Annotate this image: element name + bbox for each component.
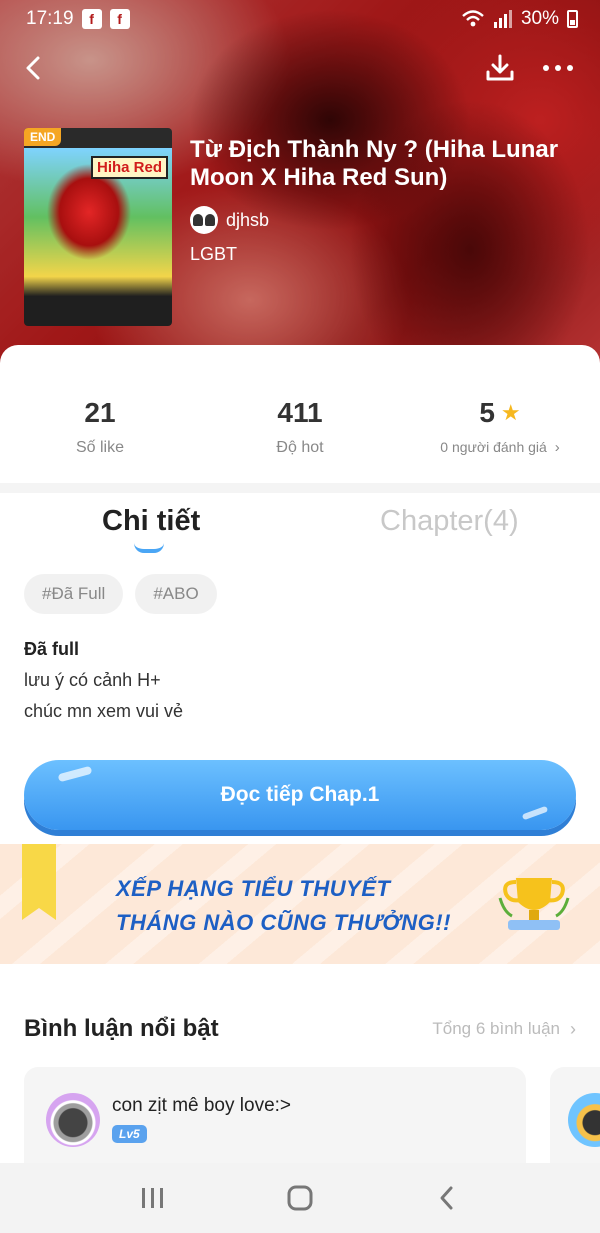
recent-apps-icon xyxy=(142,1188,164,1208)
promo-banner[interactable]: XẾP HẠNG TIỂU THUYẾT THÁNG NÀO CŨNG THƯỞ… xyxy=(0,844,600,964)
comments-title: Bình luận nổi bật xyxy=(24,1015,219,1042)
wifi-icon xyxy=(462,10,484,27)
story-cover[interactable]: Hiha Red END xyxy=(24,128,172,326)
button-shine xyxy=(521,805,549,821)
facebook-icon: f xyxy=(109,9,130,29)
tag-chip[interactable]: #Đã Full xyxy=(24,574,124,614)
continue-reading-label: Đọc tiếp Chap.1 xyxy=(220,783,380,806)
author-row[interactable]: djhsb xyxy=(190,206,580,234)
facebook-icon: f xyxy=(81,9,102,29)
tab-active-indicator xyxy=(134,543,164,553)
ribbon-icon xyxy=(22,844,56,920)
detail-card: 21 Số like 411 Độ hot 5 ★ 0 người đánh g… xyxy=(0,345,600,1233)
system-nav-bar xyxy=(0,1163,600,1233)
cover-artwork xyxy=(34,160,144,290)
commenter-avatar[interactable] xyxy=(46,1093,100,1147)
tab-bar: Chi tiết Chapter(4) xyxy=(0,493,600,559)
more-dot-icon xyxy=(543,65,549,71)
more-dot-icon xyxy=(555,65,561,71)
tag-list: #Đã Full #ABO xyxy=(24,574,217,614)
commenter-name: con zịt mê boy love:> xyxy=(112,1095,292,1116)
story-description: Đã full lưu ý có cảnh H+ chúc mn xem vui… xyxy=(24,639,576,722)
rating-count-label: 0 người đánh giá xyxy=(440,439,547,455)
rating-value: 5 xyxy=(479,397,495,428)
chevron-right-icon[interactable]: › xyxy=(570,1019,576,1040)
level-badge: Lv5 xyxy=(112,1125,147,1143)
more-dot-icon xyxy=(567,65,573,71)
chevron-right-icon: › xyxy=(554,439,560,456)
tab-details[interactable]: Chi tiết xyxy=(102,505,200,538)
author-avatar xyxy=(190,206,218,234)
description-title: Đã full xyxy=(24,639,80,659)
story-info: Từ Địch Thành Ny ? (Hiha Lunar Moon X Hi… xyxy=(190,136,580,265)
system-back-button[interactable] xyxy=(417,1173,477,1223)
button-shine xyxy=(57,765,93,783)
banner-line-1: XẾP HẠNG TIỂU THUYẾT xyxy=(116,876,391,901)
comments-header: Bình luận nổi bật Tổng 6 bình luận › xyxy=(24,1015,576,1043)
stats-row: 21 Số like 411 Độ hot 5 ★ 0 người đánh g… xyxy=(0,345,600,483)
trophy-icon xyxy=(498,878,570,930)
end-badge: END xyxy=(24,128,62,146)
chevron-left-icon xyxy=(440,1186,453,1210)
hero-banner: 17:19 f f 30% Hiha Red END Từ Địch Thành… xyxy=(0,0,600,380)
tag-chip[interactable]: #ABO xyxy=(135,574,217,614)
download-button[interactable] xyxy=(482,50,518,86)
home-icon xyxy=(287,1185,313,1211)
description-line: chúc mn xem vui vẻ xyxy=(24,701,184,721)
star-icon: ★ xyxy=(500,400,521,425)
hot-label: Độ hot xyxy=(276,439,324,456)
download-icon xyxy=(486,54,514,81)
home-button[interactable] xyxy=(270,1173,330,1223)
section-divider xyxy=(0,483,600,493)
banner-line-2: THÁNG NÀO CŨNG THƯỞNG!! xyxy=(116,910,451,935)
likes-label: Số like xyxy=(75,439,125,456)
more-options-button[interactable] xyxy=(538,50,578,86)
battery-percent: 30% xyxy=(520,8,559,29)
banner-text: XẾP HẠNG TIỂU THUYẾT THÁNG NÀO CŨNG THƯỞ… xyxy=(116,872,451,940)
comments-total-link[interactable]: Tổng 6 bình luận xyxy=(432,1019,560,1039)
description-line: lưu ý có cảnh H+ xyxy=(24,670,161,690)
stat-likes: 21 Số like xyxy=(0,345,200,483)
cover-title: Hiha Red xyxy=(90,156,168,179)
stat-rating[interactable]: 5 ★ 0 người đánh giá › xyxy=(400,345,600,483)
continue-reading-button[interactable]: Đọc tiếp Chap.1 xyxy=(24,760,576,830)
commenter-avatar[interactable] xyxy=(568,1093,600,1147)
status-time: 17:19 xyxy=(26,8,74,29)
author-name: djhsb xyxy=(226,209,270,230)
signal-icon xyxy=(493,10,512,28)
top-nav xyxy=(0,46,600,90)
battery-icon xyxy=(567,10,578,28)
hot-count: 411 xyxy=(277,397,323,428)
status-bar: 17:19 f f 30% xyxy=(0,0,600,38)
recent-apps-button[interactable] xyxy=(123,1173,183,1223)
back-button[interactable] xyxy=(18,50,50,86)
tab-chapters[interactable]: Chapter(4) xyxy=(380,505,519,538)
stat-hot: 411 Độ hot xyxy=(200,345,400,483)
chevron-left-icon xyxy=(26,56,40,80)
story-title: Từ Địch Thành Ny ? (Hiha Lunar Moon X Hi… xyxy=(190,136,559,191)
genre-label[interactable]: LGBT xyxy=(190,244,580,265)
likes-count: 21 xyxy=(84,397,116,428)
